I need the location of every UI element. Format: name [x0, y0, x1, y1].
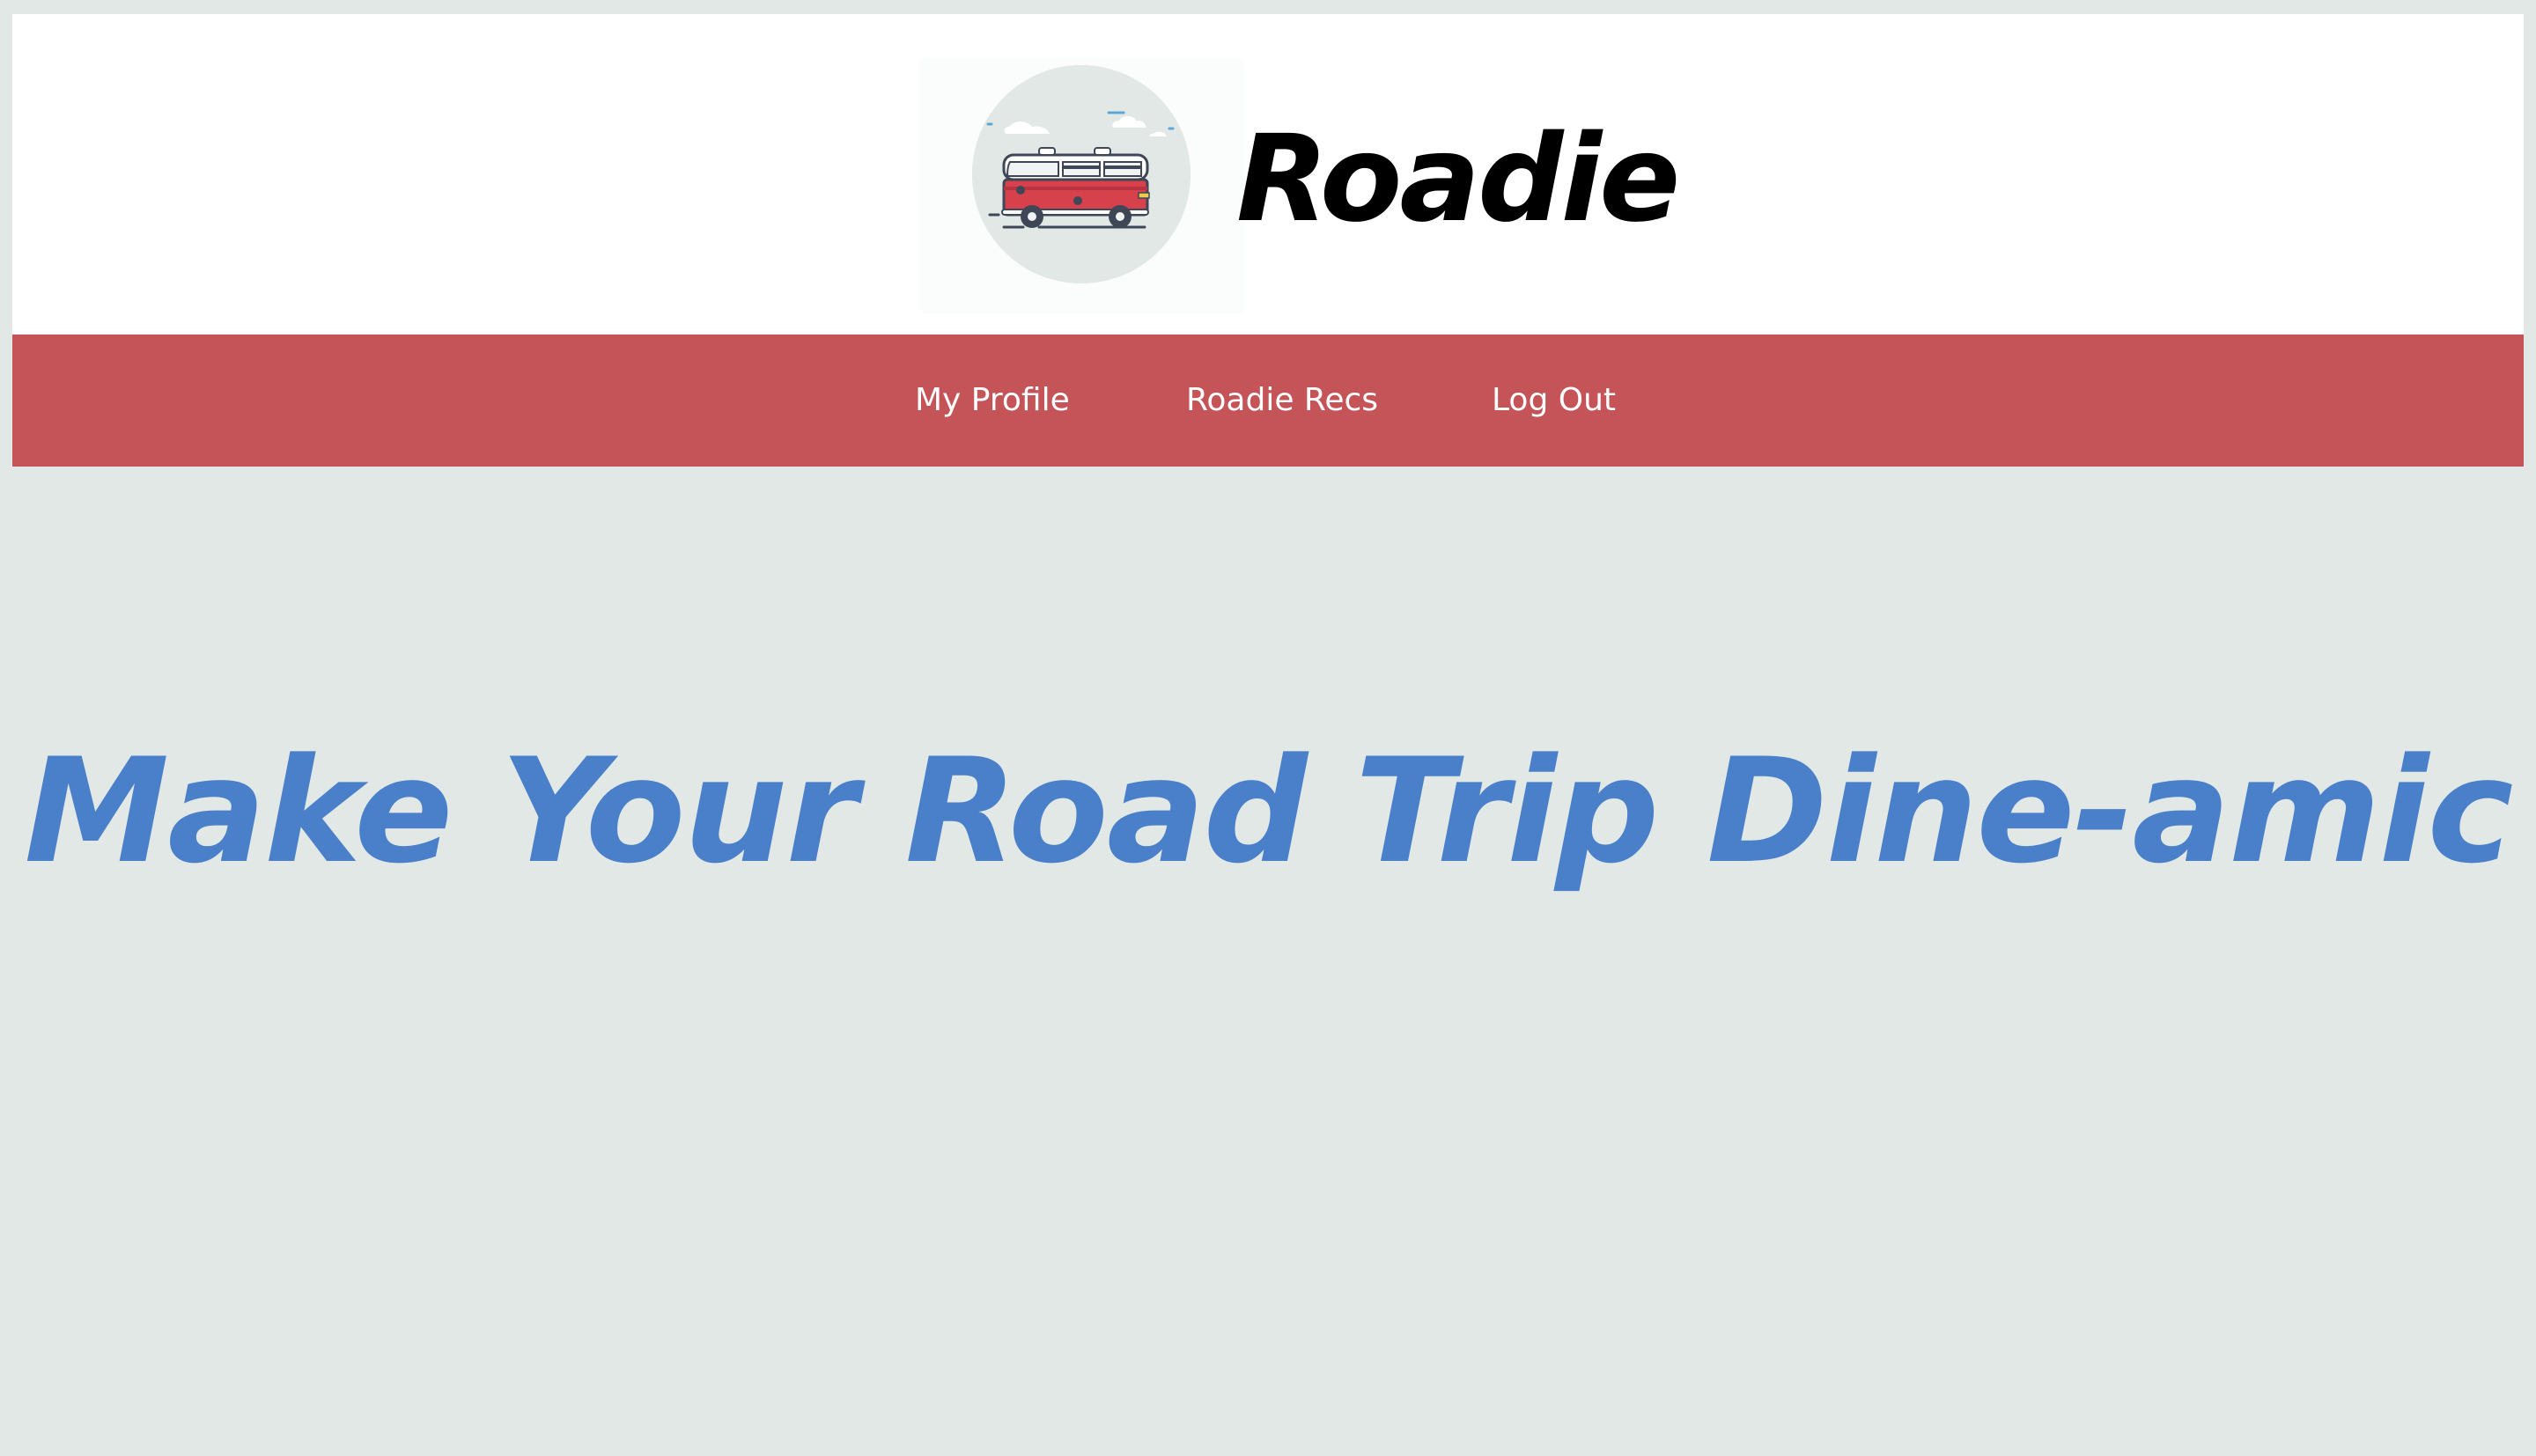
brand-logo[interactable] [972, 65, 1191, 283]
nav-link-my-profile[interactable]: My Profile [915, 335, 1070, 467]
site-header: Roadie [12, 14, 2524, 335]
van-icon [972, 65, 1191, 283]
nav-link-log-out[interactable]: Log Out [1492, 335, 1616, 467]
main-navigation: My Profile Roadie Recs Log Out [12, 335, 2524, 467]
brand-title[interactable]: Roadie [1236, 118, 1680, 241]
hero-title: Make Your Road Trip Dine-amic [24, 726, 2513, 895]
nav-link-roadie-recs[interactable]: Roadie Recs [1186, 335, 1378, 467]
page-frame: Roadie My Profile Roadie Recs Log Out Ma… [12, 14, 2524, 1456]
